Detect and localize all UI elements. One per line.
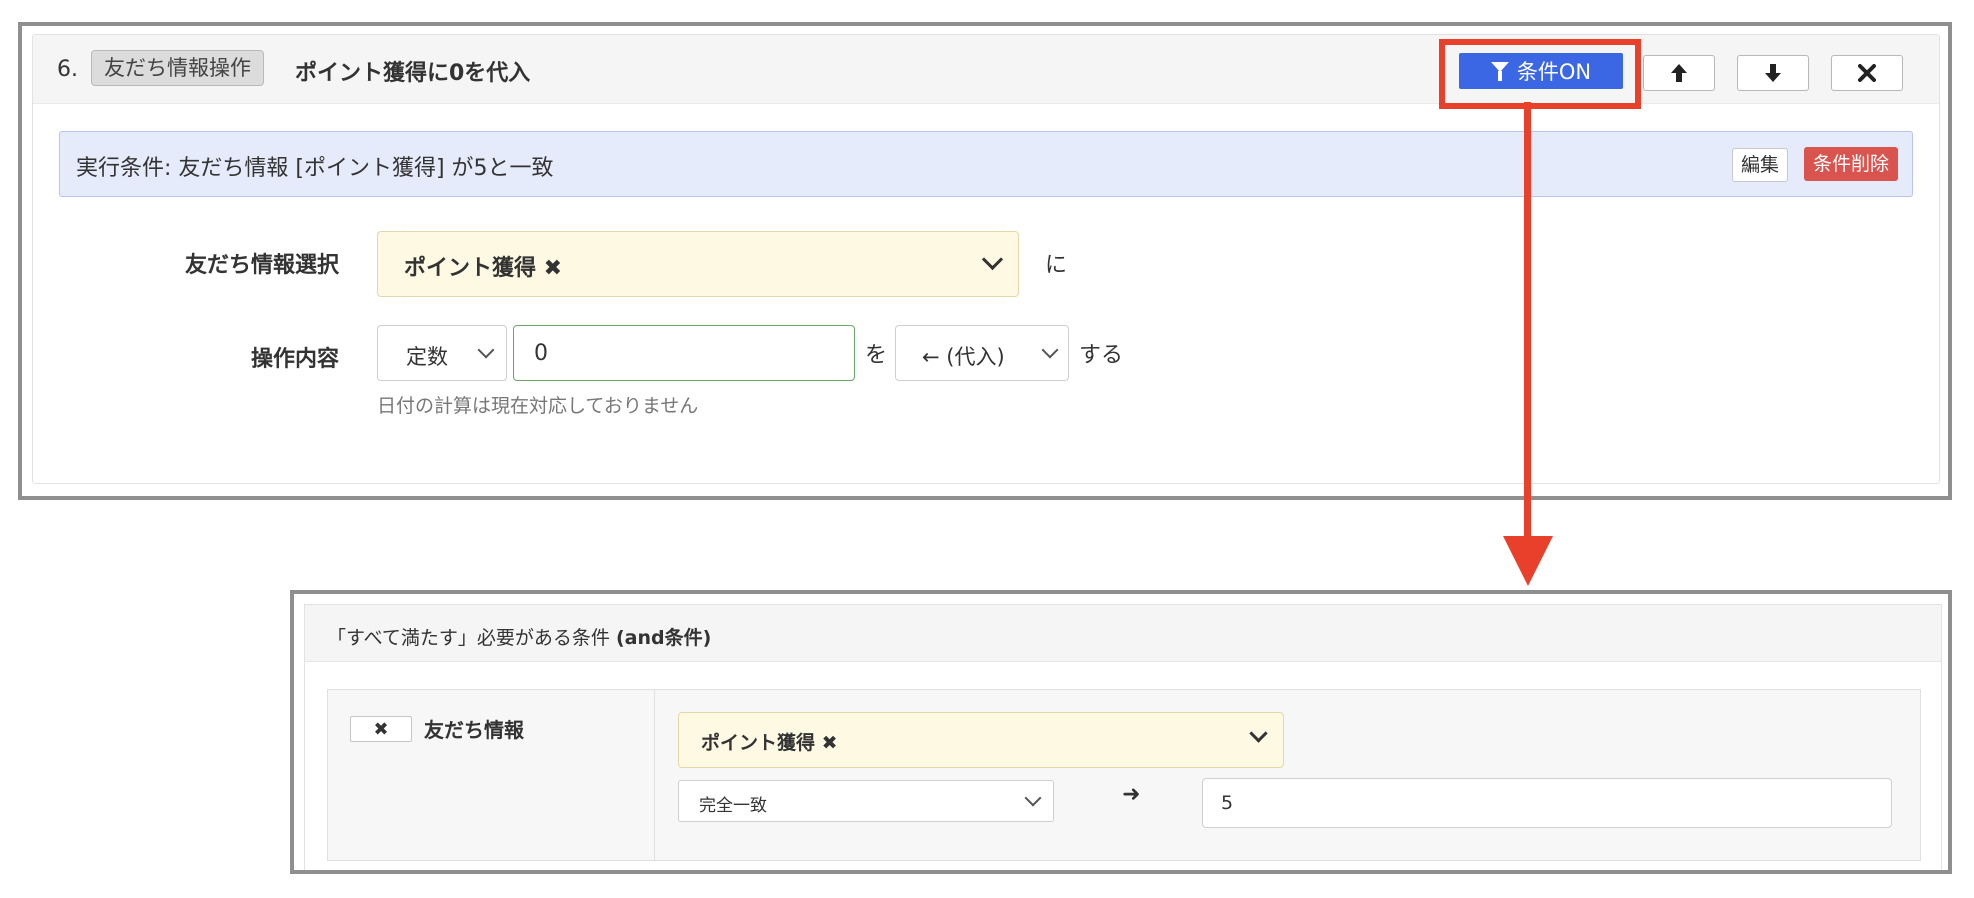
value-type-select[interactable]: 定数 (377, 325, 507, 381)
edit-condition-button[interactable]: 編集 (1731, 148, 1788, 182)
condition-type-label: 友だち情報 (424, 718, 524, 742)
arrow-connector (1524, 102, 1531, 542)
and-condition-header: 「すべて満たす」必要がある条件 (and条件) (305, 605, 1941, 662)
step-title: ポイント獲得に0を代入 (295, 61, 531, 86)
chevron-down-icon (477, 341, 495, 359)
step-card: 6. 友だち情報操作 ポイント獲得に0を代入 条件ON 実行条件: 友だち情報 … (32, 34, 1940, 484)
condition-field-select[interactable]: ポイント獲得 ✖ (678, 712, 1284, 768)
condition-row-label-cell: ✖ 友だち情報 (328, 690, 655, 860)
arrow-down-icon (1765, 64, 1781, 82)
chevron-down-icon (1024, 789, 1042, 807)
chevron-down-icon (1041, 341, 1059, 359)
remove-condition-button[interactable]: ✖ (350, 716, 412, 742)
friend-info-suffix: に (1045, 253, 1068, 278)
execution-condition-text: 実行条件: 友だち情報 [ポイント獲得] が5と一致 (76, 156, 554, 181)
help-text: 日付の計算は現在対応しておりません (377, 395, 699, 417)
and-title-prefix: 「すべて満たす」必要がある条件 (327, 627, 610, 649)
friend-info-value: ポイント獲得 ✖ (404, 256, 563, 281)
particle-wo: を (865, 343, 888, 368)
chevron-down-icon (1249, 724, 1268, 743)
operator-select[interactable]: ← (代入) (895, 325, 1069, 381)
match-value-input[interactable]: 5 (1202, 778, 1892, 828)
execution-condition-bar: 実行条件: 友だち情報 [ポイント獲得] が5と一致 編集 条件削除 (59, 131, 1913, 197)
condition-field-value: ポイント獲得 ✖ (701, 732, 838, 754)
step-panel-frame: 6. 友だち情報操作 ポイント獲得に0を代入 条件ON 実行条件: 友だち情報 … (18, 22, 1952, 500)
condition-on-button[interactable]: 条件ON (1459, 53, 1623, 89)
step-header: 6. 友だち情報操作 ポイント獲得に0を代入 条件ON (33, 35, 1939, 109)
suffix-suru: する (1079, 343, 1124, 368)
operation-label: 操作内容 (250, 347, 339, 372)
close-icon (1858, 64, 1876, 82)
and-title-bold: (and条件) (615, 627, 712, 649)
move-down-button[interactable] (1737, 55, 1809, 91)
chevron-down-icon (981, 248, 1004, 271)
and-condition-title: 「すべて満たす」必要がある条件 (and条件) (327, 623, 711, 650)
match-value-text: 5 (1221, 792, 1234, 814)
match-type-select[interactable]: 完全一致 (678, 780, 1054, 822)
delete-condition-button[interactable]: 条件削除 (1803, 147, 1898, 181)
value-type-value: 定数 (406, 345, 448, 369)
move-up-button[interactable] (1643, 55, 1715, 91)
funnel-icon (1490, 62, 1509, 81)
condition-row: ✖ 友だち情報 ポイント獲得 ✖ 完全一致 ➜ 5 (327, 689, 1921, 861)
value-input[interactable]: 0 (513, 325, 855, 381)
step-type-tag: 友だち情報操作 (91, 50, 264, 86)
step-number: 6. (57, 57, 78, 82)
and-condition-card: 「すべて満たす」必要がある条件 (and条件) ✖ 友だち情報 ポイント獲得 ✖… (304, 604, 1942, 870)
condition-on-label: 条件ON (1516, 60, 1592, 84)
right-arrow-icon: ➜ (1122, 782, 1141, 807)
friend-info-select[interactable]: ポイント獲得 ✖ (377, 231, 1019, 297)
arrow-up-icon (1671, 64, 1687, 82)
friend-info-label: 友だち情報選択 (184, 253, 339, 278)
arrow-down-icon (1503, 536, 1553, 586)
match-type-value: 完全一致 (699, 796, 767, 816)
remove-step-button[interactable] (1831, 55, 1903, 91)
condition-panel-frame: 「すべて満たす」必要がある条件 (and条件) ✖ 友だち情報 ポイント獲得 ✖… (290, 590, 1952, 874)
value-input-text: 0 (534, 340, 548, 366)
operator-value: ← (代入) (922, 345, 1005, 369)
